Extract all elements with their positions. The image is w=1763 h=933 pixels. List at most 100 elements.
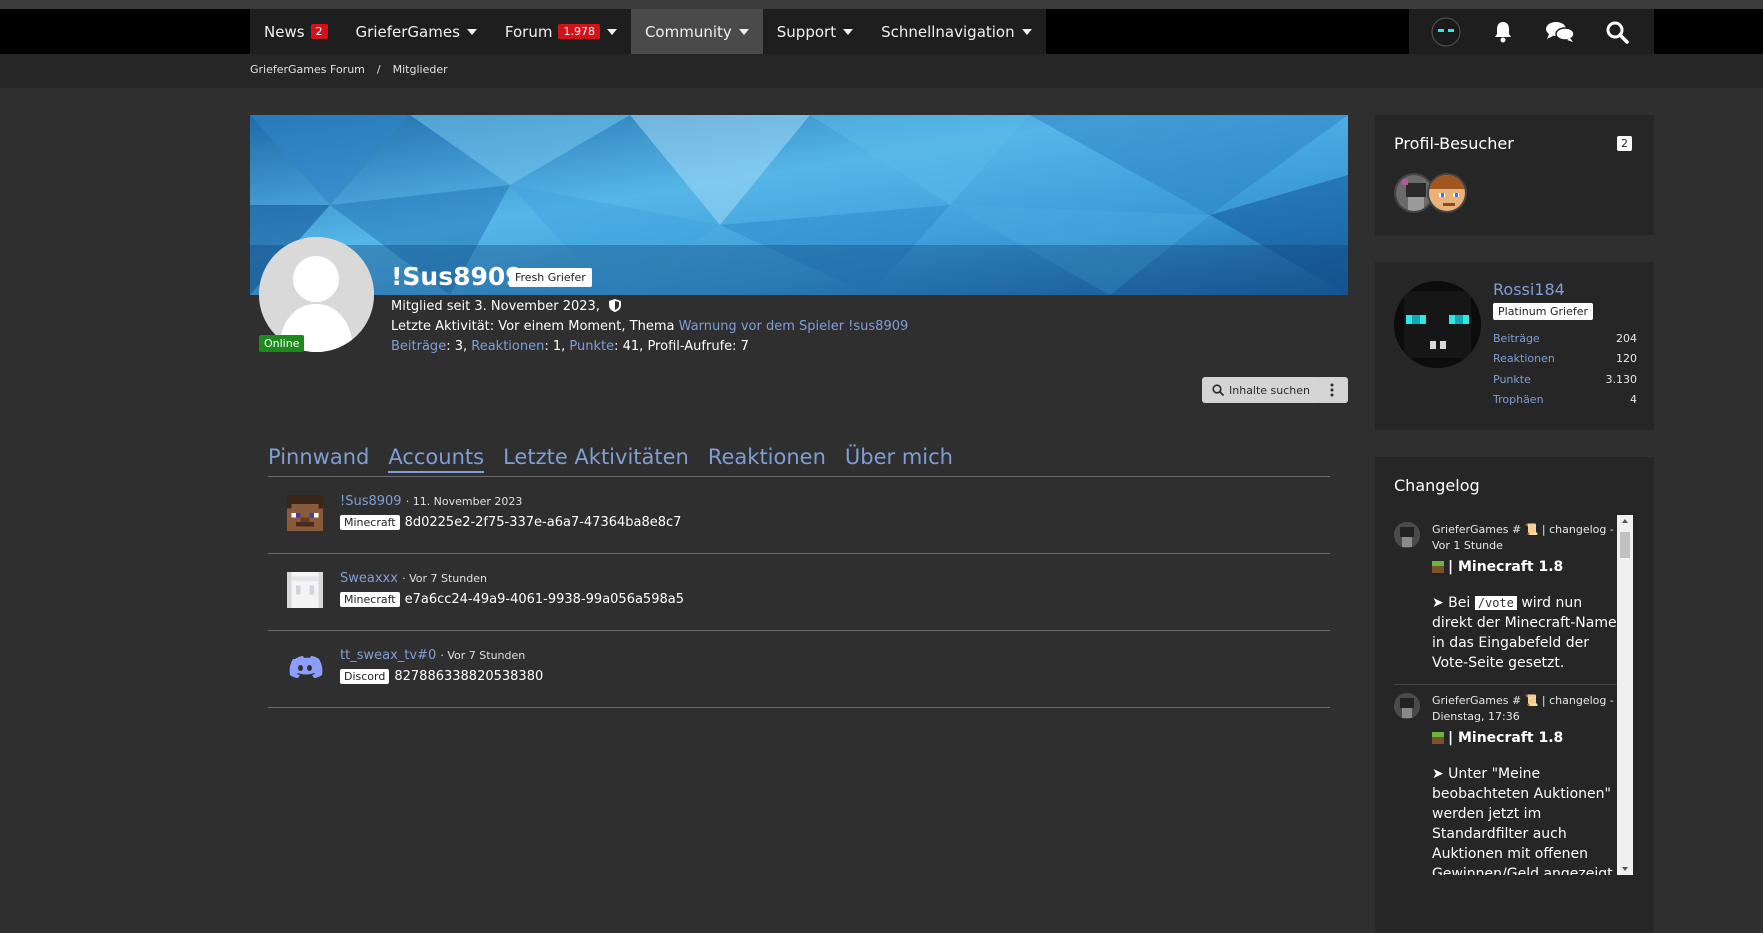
posts-link[interactable]: Beiträge (391, 339, 446, 354)
account-id: 8d0225e2-2f75-337e-a6a7-47364ba8e8c7 (404, 515, 682, 530)
posts-value: : 3, (446, 339, 468, 354)
tab-accounts[interactable]: Accounts (388, 445, 485, 473)
user-avatar-icon[interactable] (1431, 17, 1461, 47)
account-id-line: Minecraft 8d0225e2-2f75-337e-a6a7-47364b… (340, 515, 681, 530)
featured-member-title: Platinum Griefer (1493, 303, 1593, 320)
featured-member-name[interactable]: Rossi184 (1493, 280, 1565, 299)
nav-community-label: Community (644, 22, 732, 41)
nav-grieferGames[interactable]: GrieferGames (342, 9, 491, 54)
more-options-button[interactable] (1316, 377, 1348, 403)
profile-username: !Sus8909 (391, 262, 523, 291)
account-id: 827886338820538380 (394, 669, 544, 684)
featured-stat-row: Reaktionen 120 (1493, 352, 1637, 365)
nav-forum-label: Forum (504, 22, 553, 41)
online-badge: Online (259, 335, 305, 352)
nav-schnellnavigation[interactable]: Schnellnavigation (867, 9, 1046, 54)
member-since-line: Mitglied seit 3. November 2023, (391, 299, 622, 314)
user-nav (1409, 9, 1654, 54)
caret-down-icon (738, 28, 749, 35)
account-id-line: Discord 827886338820538380 (340, 669, 543, 684)
changelog-title: Changelog (1394, 476, 1480, 495)
shield-icon (609, 299, 622, 312)
account-type-tag: Minecraft (340, 515, 400, 530)
featured-stat-label[interactable]: Trophäen (1493, 393, 1544, 406)
changelog-avatar (1394, 693, 1420, 719)
featured-stat-value: 120 (1616, 352, 1637, 365)
tab-letzte-aktivitaeten[interactable]: Letzte Aktivitäten (503, 445, 689, 473)
main-nav: News 2 GrieferGames Forum 1.978 Communit… (250, 9, 1046, 54)
account-name-line: !Sus8909 · 11. November 2023 (340, 494, 522, 509)
caret-down-icon (843, 28, 854, 35)
nav-support[interactable]: Support (763, 9, 867, 54)
changelog-body-prefix: ➤ Bei (1432, 595, 1471, 611)
account-row: !Sus8909 · 11. November 2023 Minecraft 8… (268, 477, 1330, 554)
scroll-up-arrow-icon[interactable] (1617, 515, 1633, 527)
scroll-down-arrow-icon[interactable] (1617, 863, 1633, 875)
account-type-tag: Discord (340, 669, 390, 684)
account-time: · 11. November 2023 (405, 495, 523, 508)
forum-badge: 1.978 (558, 24, 600, 39)
nav-news[interactable]: News 2 (250, 9, 342, 54)
breadcrumb: GrieferGames Forum / Mitglieder (250, 63, 448, 76)
featured-stat-row: Punkte 3.130 (1493, 373, 1637, 386)
discord-icon (287, 649, 323, 685)
search-content-button[interactable]: Inhalte suchen (1202, 377, 1321, 403)
account-time: · Vor 7 Stunden (402, 572, 487, 585)
changelog-command: /vote (1474, 596, 1517, 610)
changelog-feed[interactable]: GrieferGames # 📜 | changelog - Vor 1 Stu… (1394, 515, 1637, 875)
changelog-box: Changelog GrieferGames # 📜 | changelog -… (1375, 457, 1654, 933)
search-content-label: Inhalte suchen (1229, 383, 1311, 397)
featured-stat-value: 4 (1630, 393, 1637, 406)
bell-icon[interactable] (1488, 17, 1518, 47)
featured-stat-value: 204 (1616, 332, 1637, 345)
account-name[interactable]: !Sus8909 (340, 494, 402, 509)
featured-stat-label[interactable]: Beiträge (1493, 332, 1540, 345)
changelog-scrollbar[interactable] (1617, 515, 1633, 875)
tab-reaktionen[interactable]: Reaktionen (708, 445, 826, 473)
white-skin-avatar (287, 572, 323, 608)
account-time: · Vor 7 Stunden (440, 649, 526, 662)
search-icon (1212, 384, 1224, 396)
account-name[interactable]: tt_sweax_tv#0 (340, 648, 436, 663)
caret-down-icon (1021, 28, 1032, 35)
changelog-entry-subtitle: | Minecraft 1.8 (1432, 730, 1563, 746)
visitor-avatar[interactable] (1427, 173, 1467, 213)
scrollbar-thumb[interactable] (1620, 532, 1630, 558)
account-name[interactable]: Sweaxxx (340, 571, 398, 586)
featured-stat-label[interactable]: Punkte (1493, 373, 1531, 386)
search-icon[interactable] (1602, 17, 1632, 47)
visitors-title: Profil-Besucher (1394, 134, 1514, 153)
featured-stat-value: 3.130 (1605, 373, 1638, 386)
featured-stat-row: Beiträge 204 (1493, 332, 1637, 345)
changelog-entry-version: | Minecraft 1.8 (1448, 730, 1564, 746)
nav-grieferGames-label: GrieferGames (355, 22, 460, 41)
featured-stat-label[interactable]: Reaktionen (1493, 352, 1555, 365)
profile-visitors-box: Profil-Besucher 2 (1375, 115, 1654, 235)
breadcrumb-forum[interactable]: GrieferGames Forum (250, 63, 365, 76)
tab-ueber-mich[interactable]: Über mich (845, 445, 953, 473)
account-row: Sweaxxx · Vor 7 Stunden Minecraft e7a6cc… (268, 554, 1330, 631)
changelog-entry-version: | Minecraft 1.8 (1448, 559, 1564, 575)
last-activity-text: Letzte Aktivität: Vor einem Moment, Them… (391, 319, 675, 334)
nav-support-label: Support (776, 22, 837, 41)
tab-pinnwand[interactable]: Pinnwand (268, 445, 369, 473)
account-id-line: Minecraft e7a6cc24-49a9-4061-9938-99a056… (340, 592, 684, 607)
breadcrumb-members[interactable]: Mitglieder (393, 63, 448, 76)
nav-forum[interactable]: Forum 1.978 (491, 9, 631, 54)
reactions-link[interactable]: Reaktionen (471, 339, 544, 354)
nav-schnellnavigation-label: Schnellnavigation (881, 22, 1015, 41)
news-badge: 2 (310, 24, 328, 39)
profile-user-title: Fresh Griefer (509, 268, 592, 287)
featured-member-box: Rossi184 Platinum Griefer Beiträge 204 R… (1375, 262, 1654, 430)
changelog-entry-body: ➤ Unter "Meine beobachteten Auktionen" w… (1432, 766, 1618, 875)
account-row: tt_sweax_tv#0 · Vor 7 Stunden Discord 82… (268, 631, 1330, 708)
steve-avatar (287, 495, 323, 531)
top-strip (0, 0, 1763, 9)
nav-news-label: News (264, 22, 305, 41)
last-activity-link[interactable]: Warnung vor dem Spieler !sus8909 (679, 319, 909, 334)
conversations-icon[interactable] (1545, 17, 1575, 47)
nav-community[interactable]: Community (630, 9, 763, 54)
featured-stat-row: Trophäen 4 (1493, 393, 1637, 406)
points-link[interactable]: Punkte (569, 339, 614, 354)
featured-member-avatar[interactable] (1394, 281, 1481, 368)
